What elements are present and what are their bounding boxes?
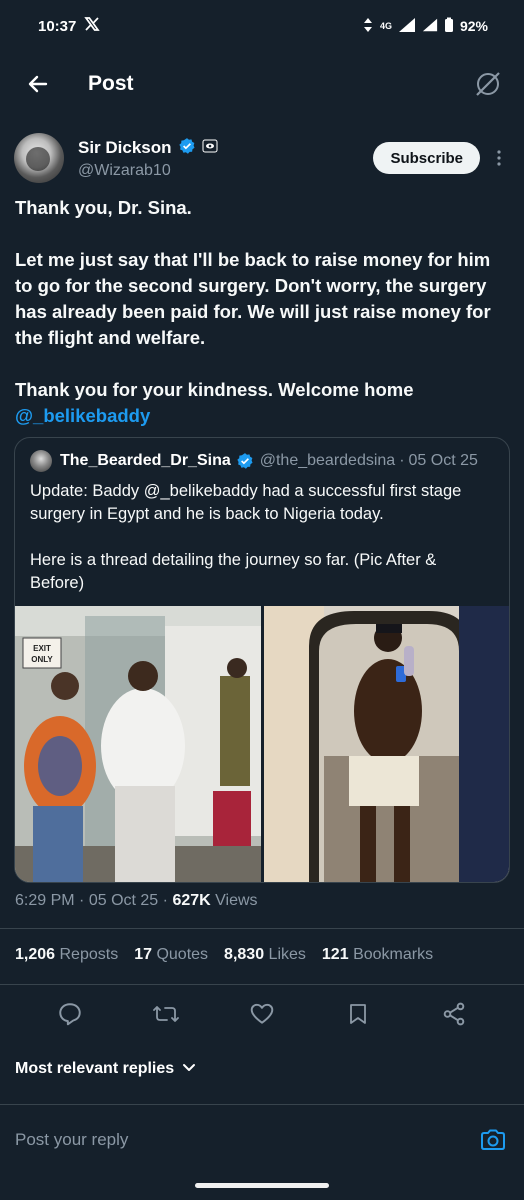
more-options-icon[interactable]	[488, 142, 510, 174]
subscribe-button[interactable]: Subscribe	[373, 142, 480, 174]
tweet-line-3-text: Thank you for your kindness. Welcome hom…	[15, 379, 414, 400]
stat-reposts[interactable]: 1,206 Reposts	[15, 946, 118, 964]
quoted-avatar	[30, 450, 52, 472]
quoted-post[interactable]: The_Bearded_Dr_Sina @the_beardedsina · 0…	[14, 437, 510, 883]
replies-sort-dropdown[interactable]: Most relevant replies	[15, 1060, 196, 1078]
avatar[interactable]	[14, 133, 64, 183]
battery-icon	[444, 17, 454, 36]
action-bar	[0, 996, 524, 1032]
bookmarks-count: 121	[321, 946, 349, 963]
quoted-separator: ·	[399, 452, 405, 469]
views-count: 627K	[172, 892, 211, 909]
meta-sep-2: ·	[162, 892, 173, 909]
reposts-label: Reposts	[59, 946, 119, 963]
reply-bar	[0, 1104, 524, 1176]
home-indicator[interactable]	[195, 1183, 329, 1188]
quoted-author-name: The_Bearded_Dr_Sina	[60, 452, 231, 469]
photo-after[interactable]	[263, 606, 509, 882]
likes-count: 8,830	[224, 946, 265, 963]
page-title: Post	[88, 72, 134, 95]
back-arrow-icon[interactable]	[18, 64, 58, 104]
like-icon[interactable]	[244, 996, 280, 1032]
author-names[interactable]: Sir Dickson @Wizarab10	[78, 137, 373, 180]
x-logo-icon	[84, 16, 101, 36]
quoted-author-handle: @the_beardedsina	[259, 452, 396, 469]
reposts-count: 1,206	[15, 946, 56, 963]
post-time: 6:29 PM	[15, 892, 75, 909]
divider-top	[0, 928, 524, 929]
mention-link[interactable]: @_belikebaddy	[15, 405, 150, 426]
reply-icon[interactable]	[52, 996, 88, 1032]
status-time: 10:37	[38, 17, 77, 35]
quoted-media: EXIT ONLY	[15, 606, 509, 882]
meta-sep-1: ·	[79, 892, 89, 909]
divider-mid	[0, 984, 524, 985]
quoted-text-2: Here is a thread detailing the journey s…	[30, 551, 437, 592]
vibrate-icon	[362, 17, 374, 36]
grok-icon[interactable]	[470, 66, 506, 102]
tweet-author-row: Sir Dickson @Wizarab10 Subscribe	[14, 130, 510, 186]
affiliate-badge-icon	[202, 138, 218, 159]
quoted-verified-badge-icon	[236, 452, 254, 470]
bookmarks-label: Bookmarks	[353, 946, 434, 963]
stat-quotes[interactable]: 17 Quotes	[134, 946, 208, 964]
repost-icon[interactable]	[148, 996, 184, 1032]
reply-input[interactable]	[15, 1130, 478, 1150]
post-date: 05 Oct 25	[88, 892, 159, 909]
photo-before[interactable]: EXIT ONLY	[15, 606, 261, 882]
views-label: Views	[215, 892, 258, 909]
quoted-post-header: The_Bearded_Dr_Sina @the_beardedsina · 0…	[15, 438, 509, 472]
stat-likes[interactable]: 8,830 Likes	[224, 946, 306, 964]
author-handle: @Wizarab10	[78, 161, 171, 179]
quoted-date: 05 Oct 25	[408, 452, 478, 469]
likes-label: Likes	[268, 946, 306, 963]
tweet-body: Thank you, Dr. Sina. Let me just say tha…	[15, 195, 510, 429]
tweet-line-1: Thank you, Dr. Sina.	[15, 197, 192, 218]
quotes-label: Quotes	[156, 946, 209, 963]
status-bar: 10:37 4G 92%	[0, 0, 524, 52]
engagement-stats: 1,206 Reposts 17 Quotes 8,830 Likes 121 …	[15, 946, 433, 964]
post-timestamp: 6:29 PM · 05 Oct 25 · 627K Views	[15, 892, 258, 910]
share-icon[interactable]	[436, 996, 472, 1032]
camera-icon[interactable]	[478, 1125, 508, 1155]
quoted-post-body: Update: Baddy @_belikebaddy had a succes…	[15, 472, 509, 595]
battery-percent: 92%	[459, 18, 488, 34]
verified-badge-icon	[178, 137, 196, 160]
exit-sign-line-2: ONLY	[31, 655, 53, 664]
exit-sign-line-1: EXIT	[33, 644, 51, 653]
signal-icon-2	[422, 17, 438, 36]
tweet-line-2: Let me just say that I'll be back to rai…	[15, 249, 491, 348]
signal-icon	[398, 17, 416, 36]
stat-bookmarks[interactable]: 121 Bookmarks	[322, 946, 433, 964]
tweet-line-3: Thank you for your kindness. Welcome hom…	[15, 377, 510, 429]
author-name: Sir Dickson	[78, 138, 172, 157]
quotes-count: 17	[134, 946, 152, 963]
network-label: 4G	[379, 21, 392, 31]
app-header: Post	[0, 52, 524, 116]
replies-sort-label: Most relevant replies	[15, 1060, 175, 1077]
quoted-text-1: Update: Baddy @_belikebaddy had a succes…	[30, 482, 462, 523]
bookmark-icon[interactable]	[340, 996, 376, 1032]
chevron-down-icon	[182, 1060, 196, 1078]
